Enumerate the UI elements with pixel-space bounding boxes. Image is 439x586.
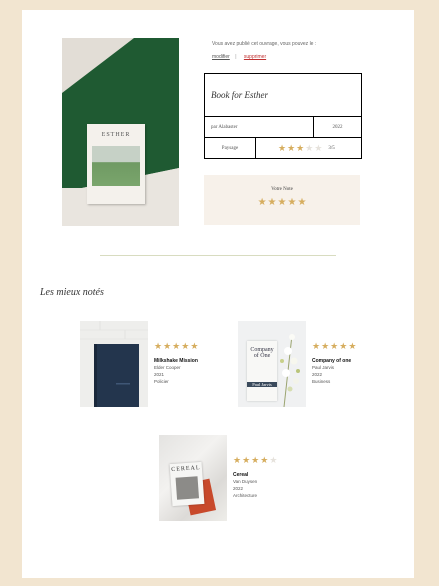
star-empty-icon: ★	[314, 142, 323, 153]
cereal-cover: CEREAL	[159, 435, 227, 521]
book-info-table: Book for Esther par Alabaster 2022 Paysa…	[204, 73, 362, 159]
item-rating-stars: ★ ★ ★ ★ ★	[312, 342, 356, 351]
star-filled-icon[interactable]: ★	[287, 198, 296, 208]
book-author: par Alabaster	[205, 117, 314, 137]
genre-row: Paysage ★ ★ ★ ★ ★ 3/5	[205, 138, 361, 158]
item-genre: Architecture	[233, 493, 258, 498]
star-filled-icon[interactable]: ★	[297, 198, 306, 208]
star-filled-icon: ★	[233, 455, 242, 465]
cover-title: ESTHER	[101, 132, 131, 138]
best-item-info: ★ ★ ★ ★ ★ Cereal Van Duysen 2022 Architectur…	[233, 450, 303, 499]
item-rating-stars: ★ ★ ★ ★ ★	[233, 456, 277, 465]
star-filled-icon: ★	[321, 341, 330, 351]
item-genre: Policier	[154, 379, 169, 384]
flower-decoration	[280, 334, 300, 407]
company-of-one-cover: Company of One Paul Jarvis	[238, 321, 306, 407]
owner-actions: modifier | supprimer	[212, 54, 266, 60]
star-filled-icon: ★	[181, 341, 190, 351]
star-empty-icon: ★	[269, 455, 278, 465]
star-empty-icon: ★	[305, 142, 314, 153]
cereal-cover-title: CEREAL	[171, 465, 201, 474]
vote-box: Votre Note ★ ★ ★ ★ ★	[204, 175, 360, 225]
star-filled-icon: ★	[260, 455, 269, 465]
star-filled-icon: ★	[278, 142, 287, 153]
star-filled-icon: ★	[190, 341, 199, 351]
item-year: 2022	[233, 486, 244, 491]
best-item-info: ★ ★ ★ ★ ★ Company of one Paul Jarvis 2022 Bu…	[312, 336, 382, 385]
star-filled-icon: ★	[339, 341, 348, 351]
star-filled-icon: ★	[172, 341, 181, 351]
landscape-illustration	[92, 146, 140, 186]
cereal-magazine: CEREAL	[169, 461, 205, 507]
best-item-info: ★ ★ ★ ★ ★ Milkshake Mission Elder Cooper 202…	[154, 336, 224, 385]
item-author: Paul Jarvis	[312, 365, 335, 370]
item-author: Van Duysen	[233, 479, 258, 484]
esther-book: ESTHER	[87, 124, 145, 204]
book-title: Book for Esther	[205, 74, 361, 117]
milkshake-mission-cover	[80, 321, 148, 407]
vote-stars: ★ ★ ★ ★ ★	[258, 198, 307, 208]
star-filled-icon: ★	[242, 455, 251, 465]
star-filled-icon: ★	[251, 455, 260, 465]
item-genre: Business	[312, 379, 331, 384]
cereal-cover-photo	[175, 476, 200, 500]
star-filled-icon[interactable]: ★	[278, 198, 287, 208]
star-filled-icon: ★	[312, 341, 321, 351]
star-filled-icon: ★	[287, 142, 296, 153]
company-book: Company of One Paul Jarvis	[247, 341, 277, 401]
vote-label: Votre Note	[271, 187, 293, 192]
company-cover-author: Paul Jarvis	[247, 382, 277, 387]
star-filled-icon[interactable]: ★	[258, 198, 267, 208]
author-row: par Alabaster 2022	[205, 117, 361, 138]
company-cover-line2: of One	[253, 353, 271, 359]
book-year: 2022	[332, 124, 343, 130]
item-rating-stars: ★ ★ ★ ★ ★	[154, 342, 198, 351]
star-filled-icon[interactable]: ★	[268, 198, 277, 208]
star-filled-icon: ★	[330, 341, 339, 351]
rating-stars: ★ ★ ★ ★ ★	[278, 142, 323, 153]
delete-link[interactable]: supprimer	[244, 54, 266, 60]
section-divider	[100, 255, 336, 256]
best-rated-title: Les mieux notés	[40, 287, 104, 298]
item-author: Elder Cooper	[154, 365, 181, 370]
book-detail-card: ESTHER Vous avez publié cet ouvrage, vou…	[22, 10, 414, 578]
modify-link[interactable]: modifier	[212, 54, 230, 60]
star-filled-icon: ★	[163, 341, 172, 351]
star-filled-icon: ★	[296, 142, 305, 153]
book-genre: Paysage	[205, 138, 256, 158]
book-cover-image: ESTHER	[62, 38, 179, 226]
rating-score: 3/5	[328, 145, 335, 151]
owner-notice: Vous avez publié cet ouvrage, vous pouve…	[212, 41, 317, 47]
star-filled-icon: ★	[348, 341, 357, 351]
book-rating: ★ ★ ★ ★ ★ 3/5	[256, 138, 361, 158]
item-year: 2022	[312, 372, 323, 377]
link-separator: |	[235, 54, 237, 60]
item-year: 2021	[154, 372, 165, 377]
star-filled-icon: ★	[154, 341, 163, 351]
